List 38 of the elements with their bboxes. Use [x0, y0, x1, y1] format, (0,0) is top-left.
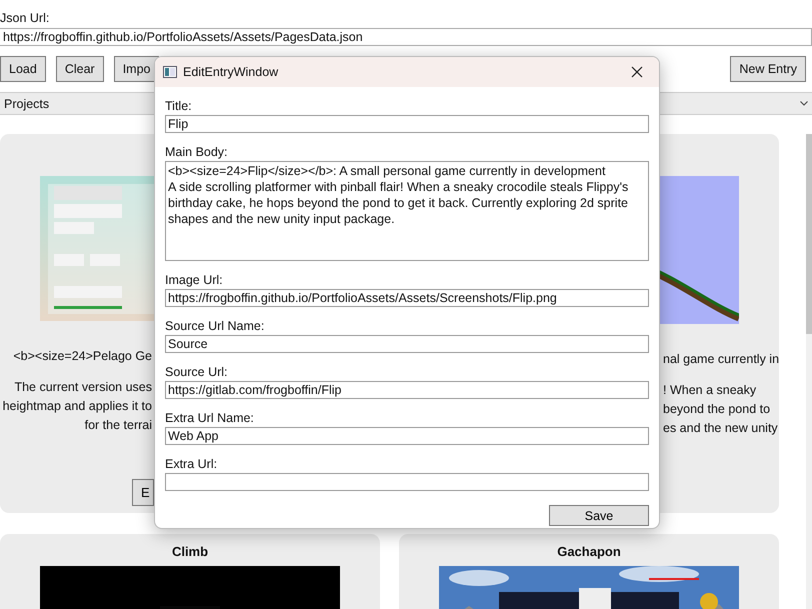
field-label: Image Url:	[165, 273, 224, 289]
field-label: Extra Url:	[165, 457, 218, 473]
text-field[interactable]: Web App	[165, 427, 649, 445]
dialog-title: EditEntryWindow	[183, 65, 280, 79]
card-text: for the terrai	[84, 417, 152, 434]
card-button[interactable]: E	[132, 479, 154, 506]
card-title: Gachapon	[557, 544, 621, 561]
card-text: <b><size=24>Pelago Ge	[13, 348, 152, 365]
card-text: es and the new unity	[663, 420, 778, 437]
field-label: Main Body:	[165, 145, 229, 161]
projects-label: Projects	[4, 96, 50, 110]
card-text: heightmap and applies it to	[2, 398, 152, 415]
card-text: The current version uses	[14, 379, 152, 396]
card-text: ! When a sneaky	[663, 382, 756, 399]
card-text: beyond the pond to	[663, 401, 770, 418]
close-icon	[631, 66, 643, 78]
save-button[interactable]: Save	[549, 505, 649, 526]
text-field[interactable]: Flip	[165, 115, 649, 133]
json-url-field[interactable]: https://frogboffin.github.io/PortfolioAssets/Assets/PagesData.json	[0, 28, 812, 46]
text-field[interactable]: https://frogboffin.github.io/PortfolioAssets/Assets/Screenshots/Flip.png	[165, 289, 649, 307]
main-body-field[interactable]: <b><size=24>Flip</size></b>: A small personal game currently in development A side scrolling platformer with pinball flair! When a sneaky crocodile steals Flippy's birthday cake, he hops beyond the pond to get it back. Currently exploring 2d sprite shapes and the new unity input package.	[165, 161, 649, 261]
text-field[interactable]: Source	[165, 335, 649, 353]
new-entry-button[interactable]: New Entry	[730, 56, 806, 82]
field-label: Source Url Name:	[165, 319, 266, 335]
card-title: Climb	[172, 544, 208, 561]
json-url-label: Json Url:	[0, 10, 50, 27]
window-icon	[163, 66, 177, 78]
text-field[interactable]: https://gitlab.com/frogboffin/Flip	[165, 381, 649, 399]
field-label: Title:	[165, 99, 193, 115]
card-text: nal game currently in	[663, 351, 779, 368]
toolbar-button[interactable]: Clear	[56, 56, 104, 82]
text-field[interactable]	[165, 473, 649, 491]
toolbar-button[interactable]: Impo	[114, 56, 160, 82]
scrollbar[interactable]	[806, 134, 812, 609]
toolbar-button[interactable]: Load	[0, 56, 46, 82]
field-label: Extra Url Name:	[165, 411, 255, 427]
field-label: Source Url:	[165, 365, 229, 381]
chevron-down-icon	[800, 101, 808, 106]
